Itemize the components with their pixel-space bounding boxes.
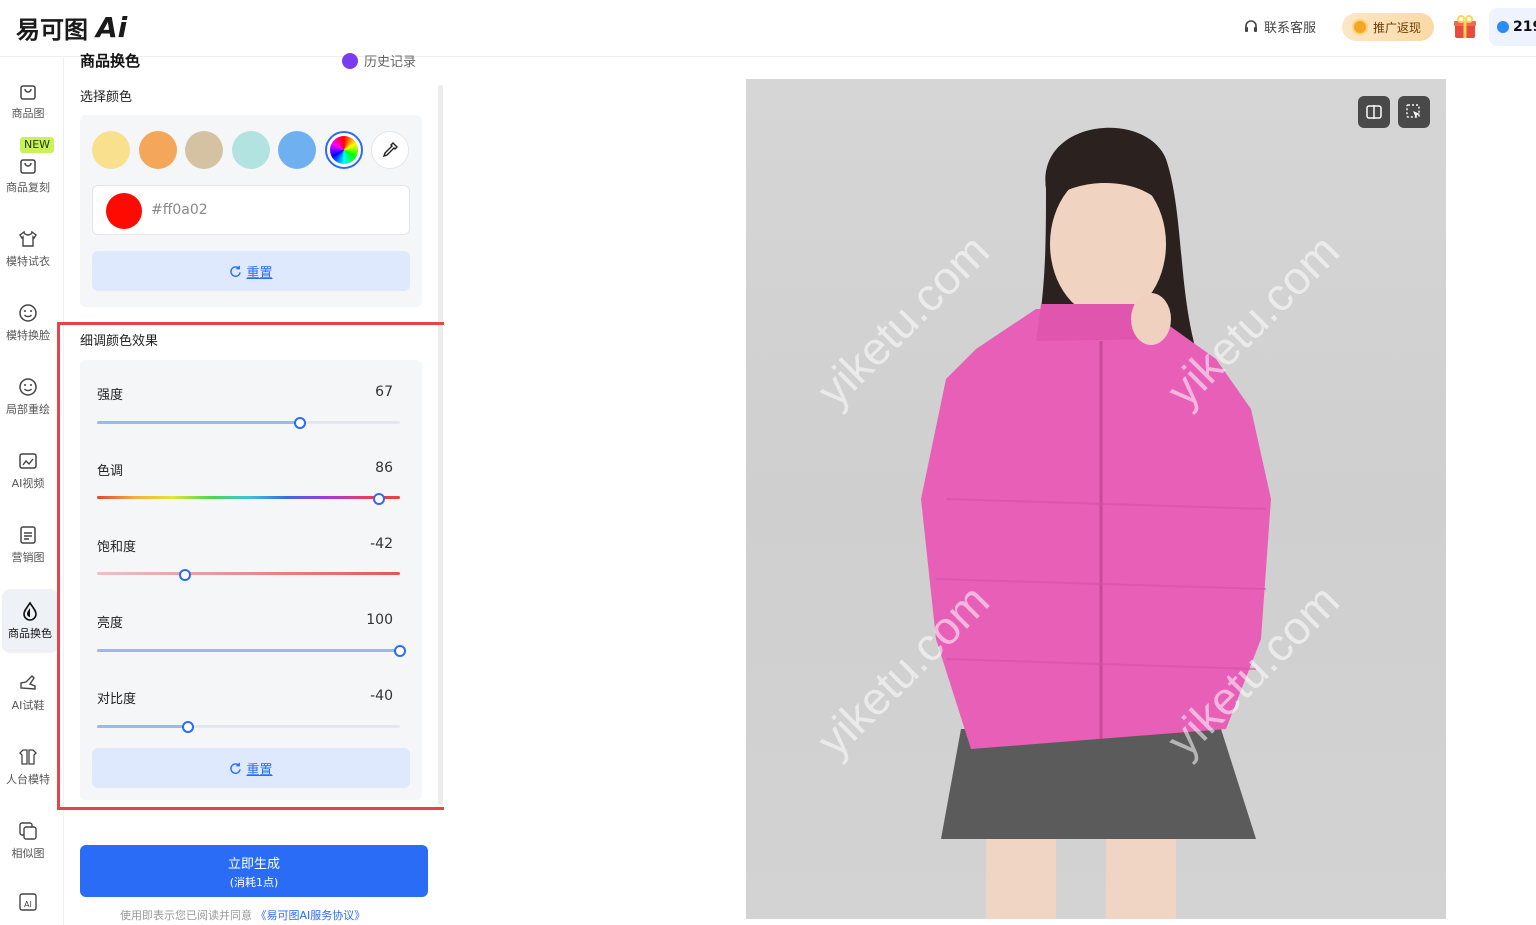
reset-label: 重置	[246, 265, 273, 281]
logo-text: 易可图	[16, 15, 88, 44]
mannequin-icon	[19, 749, 37, 765]
nav-label: 局部重绘	[6, 403, 50, 416]
svg-text:AI: AI	[24, 900, 32, 909]
nav-item-product-image[interactable]: 商品图	[0, 69, 56, 133]
swatch-mint[interactable]	[232, 131, 270, 169]
split-view-icon	[1366, 105, 1382, 119]
selected-color-preview	[106, 193, 142, 229]
agreement-link[interactable]: 《易可图AI服务协议》	[256, 909, 366, 922]
nav-label: AI试鞋	[11, 699, 45, 712]
color-drop-icon	[23, 601, 37, 621]
highlight-outline	[57, 322, 473, 810]
ai-image-icon: AI	[19, 893, 37, 911]
result-image: yiketu.com yiketu.com yiketu.com yiketu.…	[746, 79, 1446, 919]
select-area-button[interactable]	[1398, 96, 1430, 128]
nav-item-ai-video[interactable]: AI视频	[0, 439, 56, 503]
face-icon	[19, 304, 37, 322]
hex-value: #ff0a02	[151, 202, 208, 218]
nav-label: 商品复刻	[6, 181, 50, 194]
similar-image-icon	[19, 822, 37, 840]
hex-color-field[interactable]: #ff0a02	[92, 185, 410, 235]
nav-item-product-copy[interactable]: 商品复刻	[0, 143, 56, 207]
logo[interactable]: 易可图 Ai	[16, 10, 127, 44]
nav-label: 人台模特	[6, 773, 50, 786]
headset-icon	[1245, 19, 1257, 32]
coin-icon	[1352, 19, 1368, 35]
agreement-prefix: 使用即表示您已阅读并同意	[120, 909, 252, 922]
nav-item-ai-image[interactable]: AI	[0, 880, 56, 924]
copy-bag-icon	[20, 159, 36, 174]
face-redraw-icon	[19, 378, 37, 396]
promo-label: 推广返现	[1373, 20, 1422, 35]
history-button[interactable]: 历史记录	[342, 51, 416, 70]
generate-cost: (消耗1点)	[229, 875, 279, 889]
swatch-orange[interactable]	[139, 131, 177, 169]
nav-item-product-recolor[interactable]: 商品换色	[2, 589, 58, 653]
credits-value: 219	[1513, 19, 1536, 35]
nav-label: 商品换色	[8, 627, 52, 640]
generate-label: 立即生成	[227, 856, 280, 872]
select-color-label: 选择颜色	[80, 90, 133, 105]
nav-label: 相似图	[11, 847, 45, 860]
cursor-select-icon	[1406, 104, 1420, 118]
promo-button[interactable]: 推广返现	[1342, 13, 1434, 41]
generate-button[interactable]: 立即生成 (消耗1点)	[80, 845, 428, 897]
shoe-icon	[20, 675, 36, 690]
top-bar: 易可图 Ai 联系客服 推广返现 219	[0, 0, 1536, 57]
gift-icon[interactable]	[1452, 14, 1478, 40]
nav-item-marketing[interactable]: 营销图	[0, 513, 56, 577]
model-illustration	[921, 127, 1271, 919]
contact-label: 联系客服	[1264, 21, 1317, 36]
nav-label: 营销图	[11, 551, 45, 564]
logo-ai: Ai	[96, 10, 128, 44]
nav-label: 模特换脸	[6, 329, 50, 342]
nav-item-ai-shoes[interactable]: AI试鞋	[0, 661, 56, 725]
nav-label: AI视频	[11, 477, 45, 490]
nav-item-similar[interactable]: 相似图	[0, 809, 56, 873]
agreement-text: 使用即表示您已阅读并同意 《易可图AI服务协议》	[120, 907, 365, 923]
marketing-icon	[20, 526, 36, 544]
reset-color-button[interactable]: 重置	[92, 251, 410, 291]
credits-badge[interactable]: 219	[1489, 8, 1536, 46]
swatch-custom-color[interactable]	[325, 131, 363, 169]
refresh-icon	[230, 265, 242, 277]
rainbow-icon	[330, 136, 358, 164]
eyedropper-icon	[382, 142, 398, 158]
tshirt-icon	[19, 230, 37, 247]
credit-icon	[1497, 21, 1509, 33]
history-icon	[342, 52, 358, 69]
nav-label: 模特试衣	[6, 255, 50, 268]
swatch-yellow[interactable]	[92, 131, 130, 169]
swatch-beige[interactable]	[185, 131, 223, 169]
contact-support-button[interactable]: 联系客服	[1243, 17, 1316, 36]
eyedropper-button[interactable]	[371, 131, 409, 169]
shopping-bag-icon	[20, 85, 36, 100]
nav-item-model-tryon[interactable]: 模特试衣	[0, 217, 56, 281]
nav-item-mannequin[interactable]: 人台模特	[0, 735, 56, 799]
nav-label: 商品图	[11, 107, 45, 120]
swatch-blue[interactable]	[278, 131, 316, 169]
history-label: 历史记录	[364, 55, 417, 70]
nav-item-face-swap[interactable]: 模特换脸	[0, 291, 56, 355]
panel-title: 商品换色	[80, 52, 141, 70]
nav-item-local-redraw[interactable]: 局部重绘	[0, 365, 56, 429]
video-icon	[19, 453, 37, 469]
compare-button[interactable]	[1358, 96, 1390, 128]
